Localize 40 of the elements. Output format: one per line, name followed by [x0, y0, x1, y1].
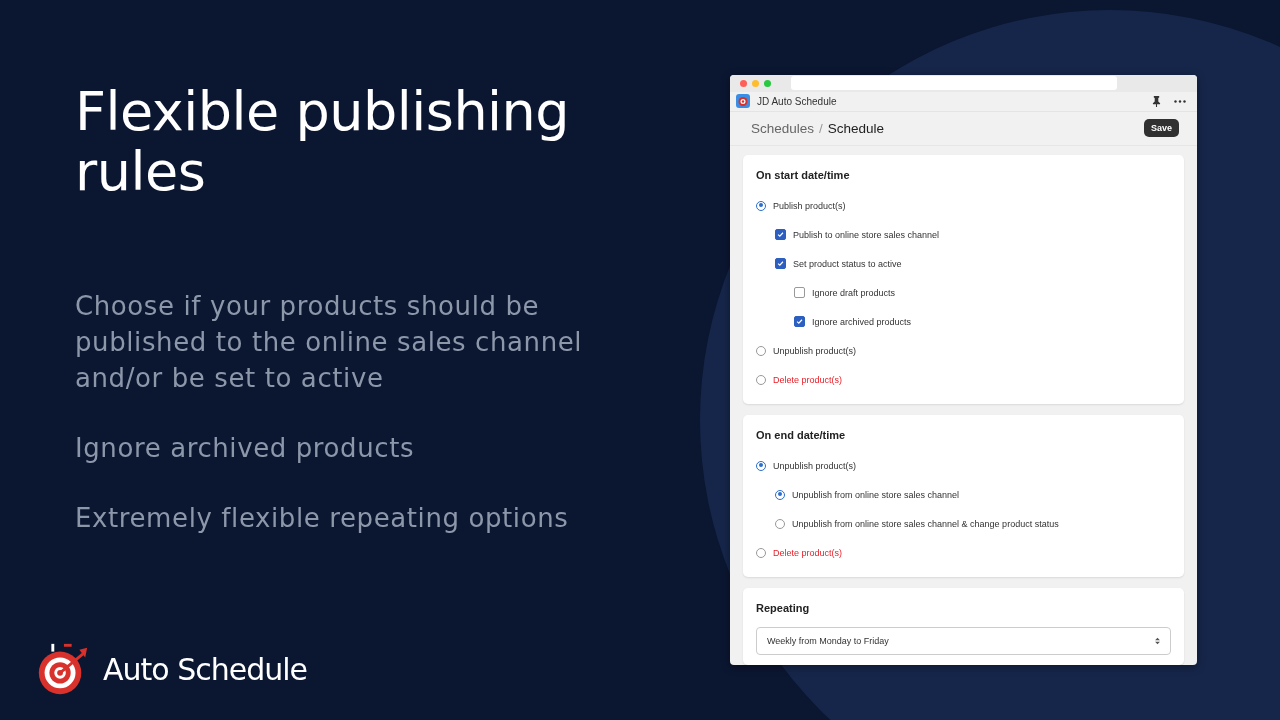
radio-button[interactable] — [756, 547, 766, 558]
feature-text: Ignore archived products — [75, 432, 416, 465]
section-title: On end date/time — [756, 429, 847, 441]
app-title: JD Auto Schedule — [757, 95, 837, 107]
option-label: Publish to online store sales channel — [793, 229, 940, 240]
feature-text: Extremely flexible repeating options — [75, 502, 570, 535]
save-button[interactable]: Save — [1143, 119, 1179, 138]
option-label: Unpublish from online store sales channel — [792, 489, 960, 500]
option-label: Unpublish product(s) — [773, 345, 857, 356]
option-label: Ignore draft products — [812, 287, 896, 298]
more-icon[interactable] — [1174, 99, 1186, 103]
radio-button[interactable] — [756, 345, 766, 356]
checkbox[interactable] — [775, 258, 786, 269]
feature-text: Choose if your products should be published to the online sales channel and/or be set to active — [75, 290, 584, 395]
option-label: Publish product(s) — [773, 200, 846, 211]
up-down-arrows-icon — [1155, 637, 1160, 645]
radio-button[interactable] — [756, 374, 766, 385]
option-label: Set product status to active — [793, 258, 902, 269]
target-icon — [736, 94, 750, 109]
slide-title: Flexible publishing rules — [75, 82, 571, 202]
radio-button[interactable] — [756, 200, 766, 211]
section-title: Repeating — [756, 602, 811, 614]
option-label: Delete product(s) — [773, 374, 843, 385]
option-label: Unpublish from online store sales channel & change product status — [792, 518, 1059, 529]
checkbox[interactable] — [775, 229, 786, 240]
checkbox[interactable] — [794, 287, 805, 298]
breadcrumb-separator: / — [819, 120, 823, 136]
brand-name: Auto Schedule — [103, 651, 308, 687]
page-title: Schedule — [827, 120, 885, 136]
option-label: Ignore archived products — [812, 316, 912, 327]
radio-button[interactable] — [775, 518, 785, 529]
checkbox[interactable] — [794, 316, 805, 327]
section-title: On start date/time — [756, 169, 851, 181]
breadcrumb-link[interactable]: Schedules — [751, 120, 815, 136]
option-label: Unpublish product(s) — [773, 460, 857, 471]
radio-button[interactable] — [775, 489, 785, 500]
select-field[interactable]: Weekly from Monday to Friday — [756, 627, 1171, 655]
option-label: Delete product(s) — [773, 547, 843, 558]
pin-icon[interactable] — [1152, 95, 1161, 107]
radio-button[interactable] — [756, 460, 766, 471]
